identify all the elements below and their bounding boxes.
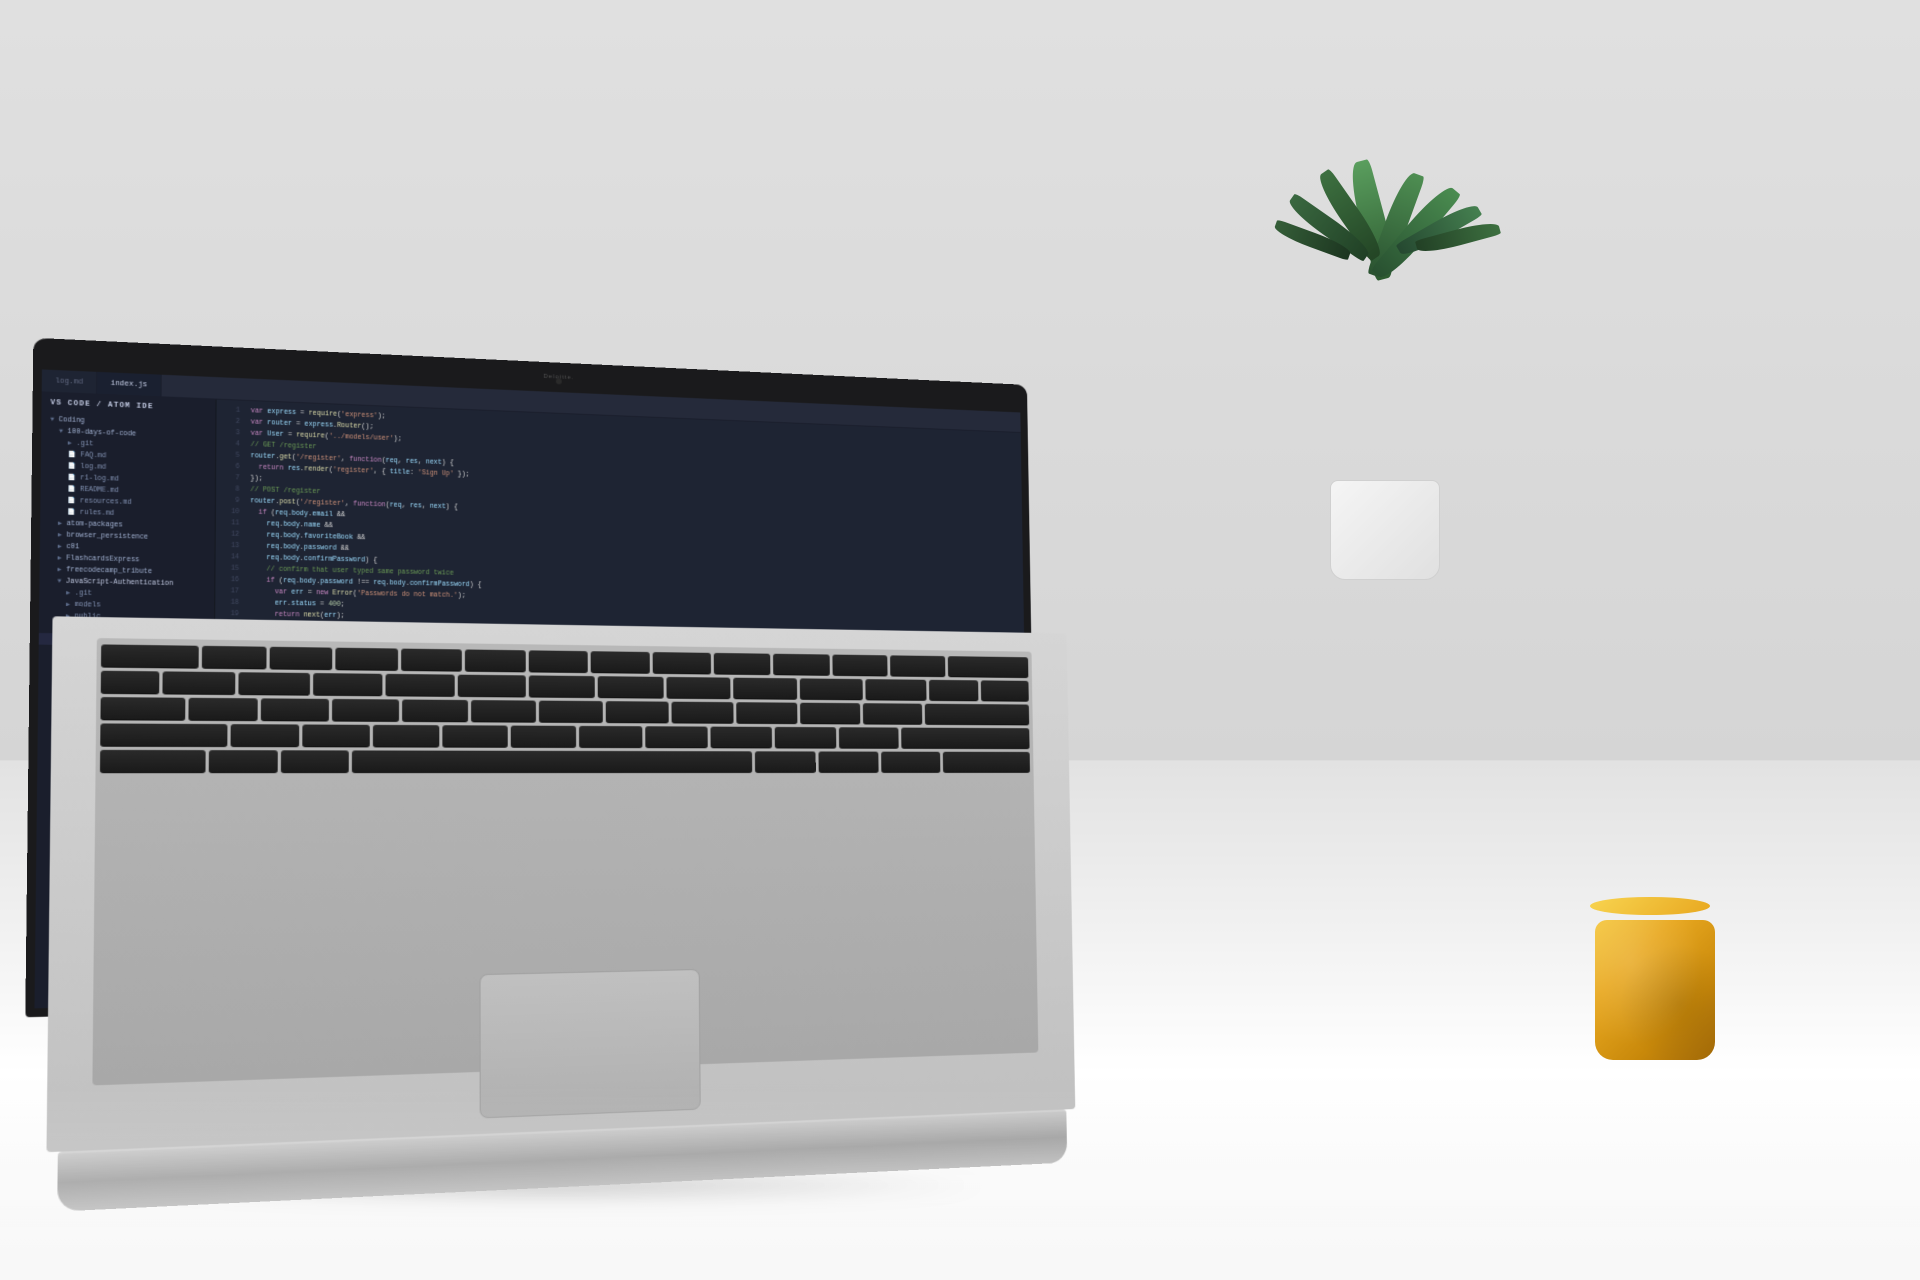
sidebar-item-jsauth-label: JavaScript-Authentication [66,578,173,588]
tab-label: index.js [111,379,148,389]
sidebar-item-freecodecamp-label: freecodecamp_tribute [66,566,152,575]
sidebar-item-rules-label: rules.md [80,509,115,517]
sidebar-item-browser-label: browser_persistence [66,531,148,540]
sidebar-item-coding-label: Coding [59,416,85,424]
laptop-keyboard [46,616,1075,1152]
sidebar-item-log-label: log.md [80,463,106,471]
sidebar-item-readme1-label: README.md [80,486,119,494]
plant-foliage [1300,160,1480,490]
sidebar-item-models-label: models [75,601,101,609]
sidebar-item-resources-label: resources.md [80,497,132,506]
tab-index-js[interactable]: index.js [97,372,161,396]
sidebar-item-c01-label: c01 [66,543,79,551]
sidebar-item-git2-label: .git [75,589,92,597]
sidebar-item-r1log-label: r1-log.md [80,474,119,483]
sidebar-item-flashcards-label: FlashcardsExpress [66,554,139,563]
sidebar-item-100days-label: 100-days-of-code [67,428,136,438]
plant [1280,160,1580,660]
sidebar-item-faq-label: FAQ.md [80,451,106,459]
tab-label: log.md [55,377,83,387]
table-reflection [0,1080,1920,1280]
sidebar-item-atom-label: atom-packages [66,520,122,529]
yellow-cup [1590,905,1720,1060]
tab-log-md[interactable]: log.md [42,369,98,393]
plant-pot [1330,480,1440,580]
sidebar-item-git1-label: .git [76,440,93,448]
